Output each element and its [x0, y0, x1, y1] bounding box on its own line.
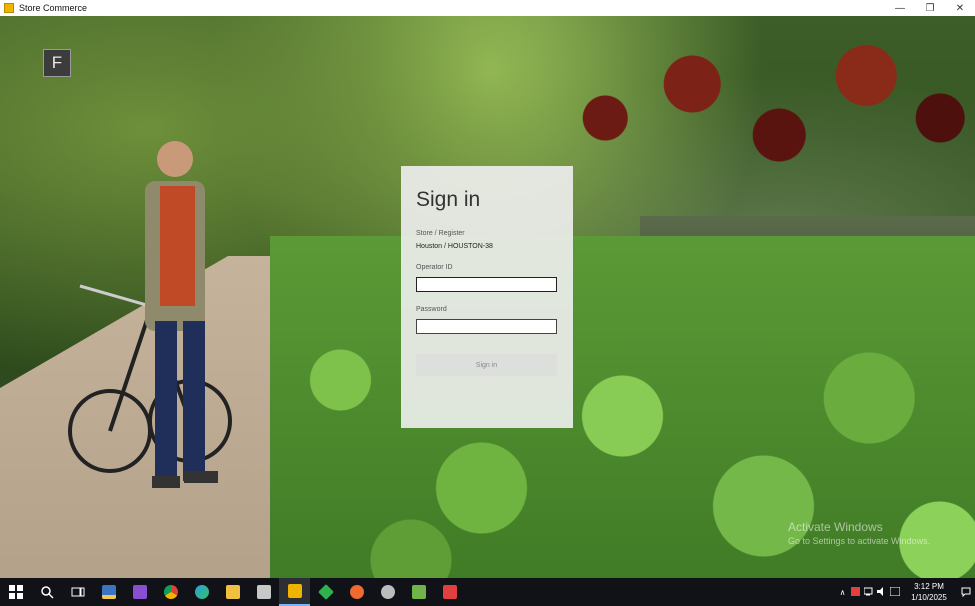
search-icon — [40, 586, 54, 599]
python-icon — [101, 585, 116, 599]
clock[interactable]: 3:12 PM 1/10/2025 — [901, 581, 957, 603]
start-button[interactable] — [0, 578, 31, 606]
start-icon — [8, 585, 23, 599]
clock-time: 3:12 PM — [914, 582, 944, 591]
taskbar-app-edge[interactable] — [186, 578, 217, 606]
edge-icon — [194, 585, 209, 599]
taskbar-app-device-manager[interactable] — [248, 578, 279, 606]
taskbar-app-red[interactable] — [434, 578, 465, 606]
clock-date: 1/10/2025 — [911, 593, 947, 602]
taskbar-app-notepad[interactable] — [403, 578, 434, 606]
taskbar-app-chrome[interactable] — [155, 578, 186, 606]
operator-id-label: Operator ID — [416, 264, 453, 271]
store-commerce-icon — [287, 584, 302, 598]
task-view-button[interactable] — [62, 578, 93, 606]
taskbar-app-visual-studio[interactable] — [124, 578, 155, 606]
user-avatar-tile[interactable]: F — [43, 49, 71, 77]
taskbar-app-store-commerce[interactable] — [279, 578, 310, 606]
taskbar-app-tool[interactable] — [372, 578, 403, 606]
volume-icon[interactable] — [875, 586, 888, 598]
title-bar: Store Commerce — ❐ ✕ — [0, 0, 975, 16]
notification-icon — [961, 587, 971, 597]
device-manager-icon — [256, 585, 271, 599]
store-commerce-app-icon — [4, 3, 14, 13]
task-view-icon — [71, 587, 84, 597]
activate-windows-watermark: Activate Windows Go to Settings to activ… — [788, 520, 930, 546]
notepad-icon — [411, 585, 426, 599]
language-icon-glyph — [889, 586, 900, 596]
store-register-value: Houston / HOUSTON-38 — [416, 243, 493, 250]
red-app-icon — [442, 585, 457, 599]
network-icon-glyph — [863, 587, 872, 595]
search-button[interactable] — [31, 578, 62, 606]
taskbar-app-file-explorer[interactable] — [217, 578, 248, 606]
taskbar-app-green-diamond[interactable] — [310, 578, 341, 606]
tray-app-icon[interactable] — [849, 586, 862, 598]
store-register-label: Store / Register — [416, 230, 465, 237]
taskbar-app-postman[interactable] — [341, 578, 372, 606]
close-button[interactable]: ✕ — [945, 0, 975, 16]
minimize-button[interactable]: — — [885, 0, 915, 16]
password-input[interactable] — [416, 319, 557, 334]
window-title: Store Commerce — [19, 3, 88, 13]
password-label: Password — [416, 306, 447, 313]
notification-button[interactable] — [957, 587, 975, 597]
volume-icon-glyph — [876, 586, 883, 596]
visual-studio-icon — [132, 585, 147, 599]
tray-app-icon-glyph — [851, 586, 860, 596]
watermark-title: Activate Windows — [788, 520, 883, 534]
restore-button[interactable]: ❐ — [915, 0, 945, 16]
green-diamond-icon — [317, 584, 334, 600]
watermark-subtitle: Go to Settings to activate Windows. — [788, 536, 931, 546]
operator-id-input[interactable] — [416, 277, 557, 292]
sign-in-panel: Sign in Store / Register Houston / HOUST… — [401, 166, 573, 428]
show-hidden-icons-button[interactable]: ∧ — [836, 588, 849, 597]
background-cyclist — [68, 141, 232, 488]
system-tray: ∧ 3:12 PM 1/10/2025 — [836, 578, 975, 606]
file-explorer-icon — [225, 585, 240, 599]
tool-icon — [380, 585, 395, 599]
language-icon[interactable] — [888, 586, 901, 598]
taskbar-app-python[interactable] — [93, 578, 124, 606]
network-icon[interactable] — [862, 587, 875, 598]
sign-in-button[interactable]: Sign in — [416, 354, 557, 376]
taskbar: ∧ 3:12 PM 1/10/2025 — [0, 578, 975, 606]
chrome-icon — [163, 585, 178, 599]
background-red-leaves — [540, 16, 975, 186]
postman-icon — [349, 585, 364, 599]
sign-in-heading: Sign in — [416, 188, 481, 211]
